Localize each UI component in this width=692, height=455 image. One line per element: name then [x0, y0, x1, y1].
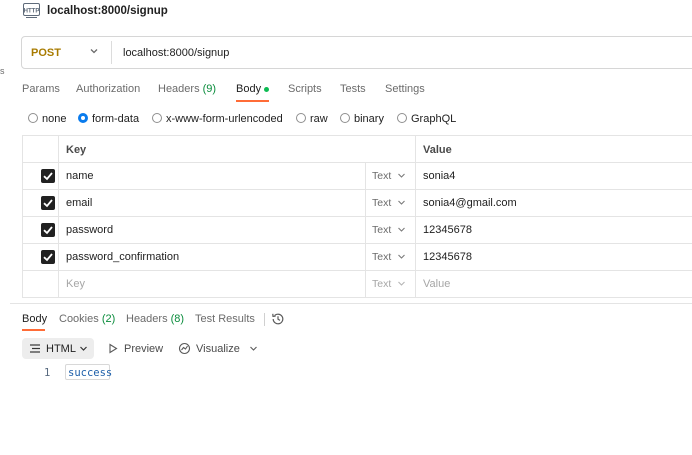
play-icon[interactable] — [108, 343, 118, 354]
response-tabs-divider — [264, 313, 265, 326]
svg-text:HTTP: HTTP — [24, 9, 40, 15]
chevron-down-icon[interactable] — [397, 171, 406, 180]
row-type-select[interactable]: Text — [372, 170, 391, 182]
cookies-count: (2) — [101, 313, 116, 325]
http-request-icon: HTTP — [23, 3, 40, 19]
line-number: 1 — [44, 367, 51, 379]
row-checkbox[interactable] — [41, 223, 55, 237]
tab-tests[interactable]: Tests — [340, 83, 366, 95]
row-value[interactable]: sonia4 — [423, 170, 455, 182]
row-key[interactable]: password — [66, 224, 113, 236]
tab-scripts[interactable]: Scripts — [288, 83, 322, 95]
radio-form-data[interactable] — [78, 113, 88, 123]
chevron-down-icon[interactable] — [89, 46, 99, 56]
headers-count: (9) — [202, 83, 217, 95]
method-select[interactable]: POST — [31, 47, 61, 59]
url-bar — [21, 36, 692, 69]
column-header-value: Value — [423, 144, 452, 156]
radio-binary-label[interactable]: binary — [354, 113, 384, 125]
row-type-select[interactable]: Text — [372, 224, 391, 236]
visualize-button[interactable]: Visualize — [196, 343, 240, 355]
column-header-key: Key — [66, 144, 87, 156]
chevron-down-icon[interactable] — [397, 252, 406, 261]
response-active-underline — [22, 329, 45, 331]
response-tab-test-results[interactable]: Test Results — [195, 313, 255, 325]
row-value[interactable]: 12345678 — [423, 251, 472, 263]
row-checkbox[interactable] — [41, 169, 55, 183]
row-key[interactable]: name — [66, 170, 94, 182]
radio-x-www-form-urlencoded-label[interactable]: x-www-form-urlencoded — [166, 113, 283, 125]
new-value-input[interactable]: Value — [423, 278, 450, 290]
active-tab-underline — [236, 100, 269, 102]
response-tab-headers[interactable]: Headers (8) — [126, 313, 184, 325]
response-tab-body[interactable]: Body — [22, 313, 47, 325]
format-label[interactable]: HTML — [46, 343, 76, 355]
response-tab-cookies[interactable]: Cookies (2) — [59, 313, 115, 325]
visualize-icon[interactable] — [178, 342, 191, 355]
radio-binary[interactable] — [340, 113, 350, 123]
chevron-down-icon[interactable] — [249, 344, 258, 353]
response-body-text[interactable]: success — [68, 367, 112, 379]
row-key[interactable]: email — [66, 197, 92, 209]
code-icon — [29, 343, 41, 354]
preview-button[interactable]: Preview — [124, 343, 163, 355]
left-edge-mark: s — [0, 66, 5, 76]
row-type-select[interactable]: Text — [372, 251, 391, 263]
radio-raw-label[interactable]: raw — [310, 113, 328, 125]
body-indicator-dot — [264, 87, 269, 92]
row-value[interactable]: sonia4@gmail.com — [423, 197, 517, 209]
row-checkbox[interactable] — [41, 196, 55, 210]
tab-params[interactable]: Params — [22, 83, 60, 95]
row-value[interactable]: 12345678 — [423, 224, 472, 236]
request-title[interactable]: localhost:8000/signup — [47, 5, 168, 17]
row-key[interactable]: password_confirmation — [66, 251, 179, 263]
response-divider — [10, 303, 692, 304]
chevron-down-icon[interactable] — [397, 225, 406, 234]
new-key-input[interactable]: Key — [66, 278, 85, 290]
radio-graphql[interactable] — [397, 113, 407, 123]
radio-none-label[interactable]: none — [42, 113, 66, 125]
radio-x-www-form-urlencoded[interactable] — [152, 113, 162, 123]
new-type-select[interactable]: Text — [372, 278, 391, 290]
row-checkbox[interactable] — [41, 250, 55, 264]
tab-body[interactable]: Body — [236, 83, 261, 95]
history-icon[interactable] — [271, 312, 285, 326]
radio-raw[interactable] — [296, 113, 306, 123]
chevron-down-icon[interactable] — [79, 344, 88, 353]
chevron-down-icon[interactable] — [397, 198, 406, 207]
chevron-down-icon[interactable] — [397, 279, 406, 288]
tab-headers[interactable]: Headers (9) — [158, 83, 216, 95]
url-input[interactable]: localhost:8000/signup — [123, 47, 229, 59]
radio-graphql-label[interactable]: GraphQL — [411, 113, 456, 125]
radio-form-data-label[interactable]: form-data — [92, 113, 139, 125]
row-type-select[interactable]: Text — [372, 197, 391, 209]
tab-settings[interactable]: Settings — [385, 83, 425, 95]
radio-none[interactable] — [28, 113, 38, 123]
url-bar-divider — [111, 41, 112, 64]
tab-authorization[interactable]: Authorization — [76, 83, 140, 95]
response-headers-count: (8) — [170, 313, 185, 325]
